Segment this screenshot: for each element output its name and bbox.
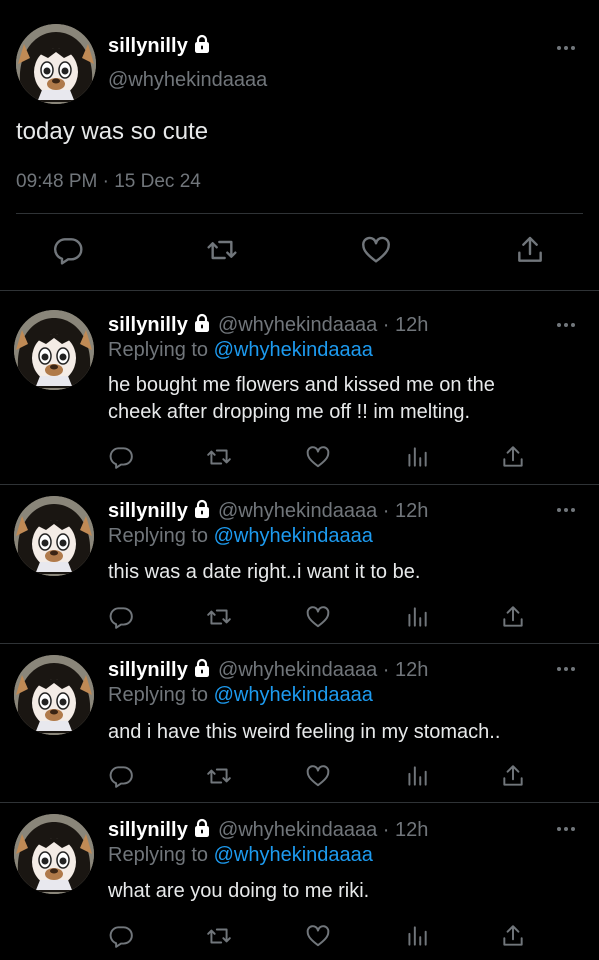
tweet-text: this was a date right..i want it to be. [108,559,578,586]
display-name[interactable]: sillynilly [108,314,188,336]
replying-to: Replying to @whyhekindaaaa [108,339,373,362]
analytics-icon[interactable] [404,444,430,470]
retweet-icon[interactable] [206,923,232,949]
more-options-icon[interactable] [555,825,577,833]
display-name[interactable]: sillynilly [108,500,188,522]
reply-header: sillynilly @whyhekindaaaa · 12h [108,499,428,523]
more-options-icon[interactable] [555,665,577,673]
like-icon[interactable] [305,763,331,789]
lock-icon [192,34,212,54]
reply-tweet[interactable]: sillynilly @whyhekindaaaa · 12h Replying … [0,802,599,960]
share-icon[interactable] [514,234,546,266]
share-icon[interactable] [500,444,526,470]
replying-to: Replying to @whyhekindaaaa [108,684,373,707]
like-icon[interactable] [305,923,331,949]
tweet-text-line: this was a date right..i want it to be. [108,561,421,583]
main-tweet-author[interactable]: sillynilly [108,34,212,58]
reply-header: sillynilly @whyhekindaaaa · 12h [108,313,428,337]
replying-prefix: Replying to [108,525,209,547]
reply-time[interactable]: · 12h [383,314,429,336]
avatar[interactable] [14,655,94,735]
display-name[interactable]: sillynilly [108,659,188,681]
tweet-timestamp[interactable]: 09:48 PM · 15 Dec 24 [16,171,201,193]
retweet-icon[interactable] [206,444,232,470]
reply-tweet[interactable]: sillynilly @whyhekindaaaa · 12h Replying … [0,484,599,644]
reply-icon[interactable] [108,444,134,470]
user-handle[interactable]: @whyhekindaaaa [108,69,267,92]
replying-to: Replying to @whyhekindaaaa [108,844,373,867]
replying-prefix: Replying to [108,339,209,361]
display-name[interactable]: sillynilly [108,819,188,841]
avatar[interactable] [16,24,96,104]
reply-header: sillynilly @whyhekindaaaa · 12h [108,658,428,682]
divider [16,213,583,214]
reply-time[interactable]: · 12h [383,659,429,681]
user-handle[interactable]: @whyhekindaaaa [218,819,377,841]
retweet-icon[interactable] [206,763,232,789]
tweet-text: he bought me flowers and kissed me on th… [108,372,578,426]
mention-link[interactable]: @whyhekindaaaa [214,339,373,361]
like-icon[interactable] [305,604,331,630]
mention-link[interactable]: @whyhekindaaaa [214,684,373,706]
like-icon[interactable] [360,234,392,266]
avatar[interactable] [14,310,94,390]
like-icon[interactable] [305,444,331,470]
tweet-text-line: and i have this weird feeling in my stom… [108,721,501,743]
reply-time[interactable]: · 12h [383,819,429,841]
replying-prefix: Replying to [108,844,209,866]
user-handle[interactable]: @whyhekindaaaa [218,314,377,336]
reply-tweet[interactable]: sillynilly @whyhekindaaaa · 12h Replying … [0,643,599,803]
avatar[interactable] [14,496,94,576]
share-icon[interactable] [500,763,526,789]
share-icon[interactable] [500,604,526,630]
reply-icon[interactable] [52,234,84,266]
reply-icon[interactable] [108,923,134,949]
tweet-text-line: cheek after dropping me off !! im meltin… [108,401,471,423]
lock-icon [192,658,212,678]
reply-icon[interactable] [108,604,134,630]
lock-icon [192,499,212,519]
retweet-icon[interactable] [206,234,238,266]
mention-link[interactable]: @whyhekindaaaa [214,844,373,866]
main-tweet: sillynilly @whyhekindaaaa today was so c… [0,0,599,291]
analytics-icon[interactable] [404,923,430,949]
retweet-icon[interactable] [206,604,232,630]
more-options-icon[interactable] [555,44,577,52]
analytics-icon[interactable] [404,604,430,630]
lock-icon [192,313,212,333]
reply-time[interactable]: · 12h [383,500,429,522]
display-name[interactable]: sillynilly [108,35,188,57]
reply-tweet[interactable]: sillynilly @whyhekindaaaa · 12h Replying … [0,290,599,485]
tweet-text-line: what are you doing to me riki. [108,880,370,902]
user-handle[interactable]: @whyhekindaaaa [218,500,377,522]
replying-to: Replying to @whyhekindaaaa [108,525,373,548]
reply-header: sillynilly @whyhekindaaaa · 12h [108,818,428,842]
tweet-text: and i have this weird feeling in my stom… [108,719,578,746]
lock-icon [192,818,212,838]
more-options-icon[interactable] [555,506,577,514]
analytics-icon[interactable] [404,763,430,789]
avatar[interactable] [14,814,94,894]
tweet-text: today was so cute [16,118,209,145]
user-handle[interactable]: @whyhekindaaaa [218,659,377,681]
replying-prefix: Replying to [108,684,209,706]
mention-link[interactable]: @whyhekindaaaa [214,525,373,547]
share-icon[interactable] [500,923,526,949]
reply-icon[interactable] [108,763,134,789]
more-options-icon[interactable] [555,321,577,329]
tweet-text: what are you doing to me riki. [108,878,578,905]
tweet-text-line: he bought me flowers and kissed me on th… [108,374,495,396]
